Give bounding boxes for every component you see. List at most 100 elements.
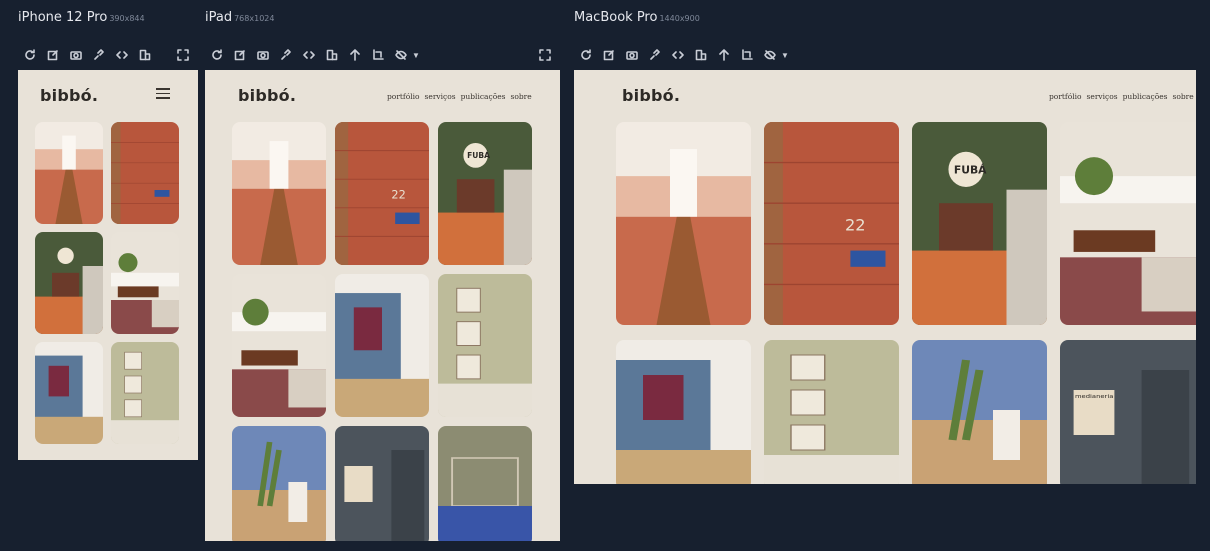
gallery-tile-fuba[interactable]: FUBÁ [438,122,532,265]
gallery-tile-fuba[interactable] [35,232,103,334]
gallery-tile-living-room[interactable] [232,274,326,417]
frames-photo [438,274,532,417]
nav-link-publicacoes[interactable]: publicações [461,92,506,101]
gallery-tile-corridor[interactable] [35,122,103,224]
gallery-tile-shelf[interactable] [438,426,532,541]
arrow-up-button[interactable] [347,47,363,63]
gallery-tile-corridor[interactable] [232,122,326,265]
gallery-tile-gray-room[interactable] [335,426,429,541]
nav-link-sobre[interactable]: sobre [1173,92,1194,101]
layout-button[interactable] [693,47,709,63]
blue-room-photo [616,340,751,484]
macbook-panel: MacBook Pro 1440x900 ▼ bibbó. portfólio … [574,10,1196,484]
gallery-tile-brick-wall[interactable] [111,122,179,224]
frames-photo [111,342,179,444]
gallery-tile-terrace[interactable] [232,426,326,541]
edit-icon [47,50,58,61]
edit-button[interactable] [45,47,61,63]
refresh-icon [581,49,591,60]
gallery-tile-blue-room[interactable] [335,274,429,417]
fullscreen-button[interactable] [537,47,553,63]
screenshot-button[interactable] [624,47,640,63]
nav-link-portfolio[interactable]: portfólio [387,92,420,101]
refresh-button[interactable] [578,47,594,63]
gallery-tile-frames[interactable] [111,342,179,444]
edit-icon [603,50,614,61]
device-header: MacBook Pro 1440x900 [574,10,700,42]
corridor-photo [35,122,103,224]
device-size: 390x844 [109,14,145,23]
layout-icon [695,49,707,61]
site-logo[interactable]: bibbó. [238,86,296,105]
code-button[interactable] [670,47,686,63]
crop-icon [373,49,384,60]
hamburger-menu-icon[interactable] [156,88,170,99]
code-icon [116,51,128,59]
device-header: iPad 768x1024 [205,10,274,42]
screenshot-button[interactable] [68,47,84,63]
fuba-sign-text: FUBÁ [954,163,987,176]
hide-icon [764,50,776,60]
rotate-button[interactable] [278,47,294,63]
rotate-button[interactable] [91,47,107,63]
refresh-button[interactable] [209,47,225,63]
device-size: 768x1024 [234,14,275,23]
iphone-panel: iPhone 12 Pro 390x844 bibbó. [18,10,198,460]
layout-button[interactable] [324,47,340,63]
chevron-down-icon[interactable]: ▼ [781,51,789,60]
chevron-down-icon[interactable]: ▼ [412,51,420,60]
fuba-kiosk-photo: FUBÁ [912,122,1047,325]
living-room-photo [1060,122,1196,325]
layout-icon [139,49,151,61]
gallery-tile-gray-room[interactable]: medianeria [1060,340,1196,484]
site-logo[interactable]: bibbó. [622,86,680,105]
crop-button[interactable] [370,47,386,63]
gallery-tile-blue-room[interactable] [35,342,103,444]
brick-wall-photo: 22 [764,122,899,325]
nav-link-portfolio[interactable]: portfólio [1049,92,1082,101]
rotate-button[interactable] [647,47,663,63]
nav-link-servicos[interactable]: serviços [425,92,456,101]
gallery-tile-brick-wall[interactable]: 22 [764,122,899,325]
screenshot-button[interactable] [255,47,271,63]
hide-button[interactable] [762,47,778,63]
arrow-up-icon [719,49,729,61]
rotate-icon [94,49,104,60]
code-icon [303,51,315,59]
fuba-kiosk-photo: FUBÁ [438,122,532,265]
ipad-panel: iPad 768x1024 ▼ bibbó. portfólio serviço… [205,10,560,541]
shelf-photo [438,426,532,541]
gallery-tile-fuba[interactable]: FUBÁ [912,122,1047,325]
device-header: iPhone 12 Pro 390x844 [18,10,145,42]
device-name: iPhone 12 Pro [18,10,108,25]
edit-button[interactable] [232,47,248,63]
layout-button[interactable] [137,47,153,63]
nav-link-publicacoes[interactable]: publicações [1123,92,1168,101]
gallery-tile-living-room[interactable] [1060,122,1196,325]
device-name: iPad [205,10,233,25]
site-logo[interactable]: bibbó. [40,86,98,105]
device-name: MacBook Pro [574,10,658,25]
nav-link-sobre[interactable]: sobre [511,92,532,101]
hide-button[interactable] [393,47,409,63]
gallery-tile-frames[interactable] [764,340,899,484]
edit-button[interactable] [601,47,617,63]
fuba-kiosk-photo [35,232,103,334]
gallery-tile-blue-room[interactable] [616,340,751,484]
fullscreen-icon [539,49,551,61]
arrow-up-icon [350,49,360,61]
code-button[interactable] [301,47,317,63]
poster-text: medianeria [1075,394,1114,400]
arrow-up-button[interactable] [716,47,732,63]
nav-link-servicos[interactable]: serviços [1087,92,1118,101]
refresh-button[interactable] [22,47,38,63]
gallery-tile-corridor[interactable] [616,122,751,325]
code-button[interactable] [114,47,130,63]
gallery-tile-terrace[interactable] [912,340,1047,484]
gallery-tile-living-room[interactable] [111,232,179,334]
gallery-tile-brick-wall[interactable]: 22 [335,122,429,265]
fullscreen-button[interactable] [175,47,191,63]
corridor-photo [616,122,751,325]
crop-button[interactable] [739,47,755,63]
gallery-tile-frames[interactable] [438,274,532,417]
